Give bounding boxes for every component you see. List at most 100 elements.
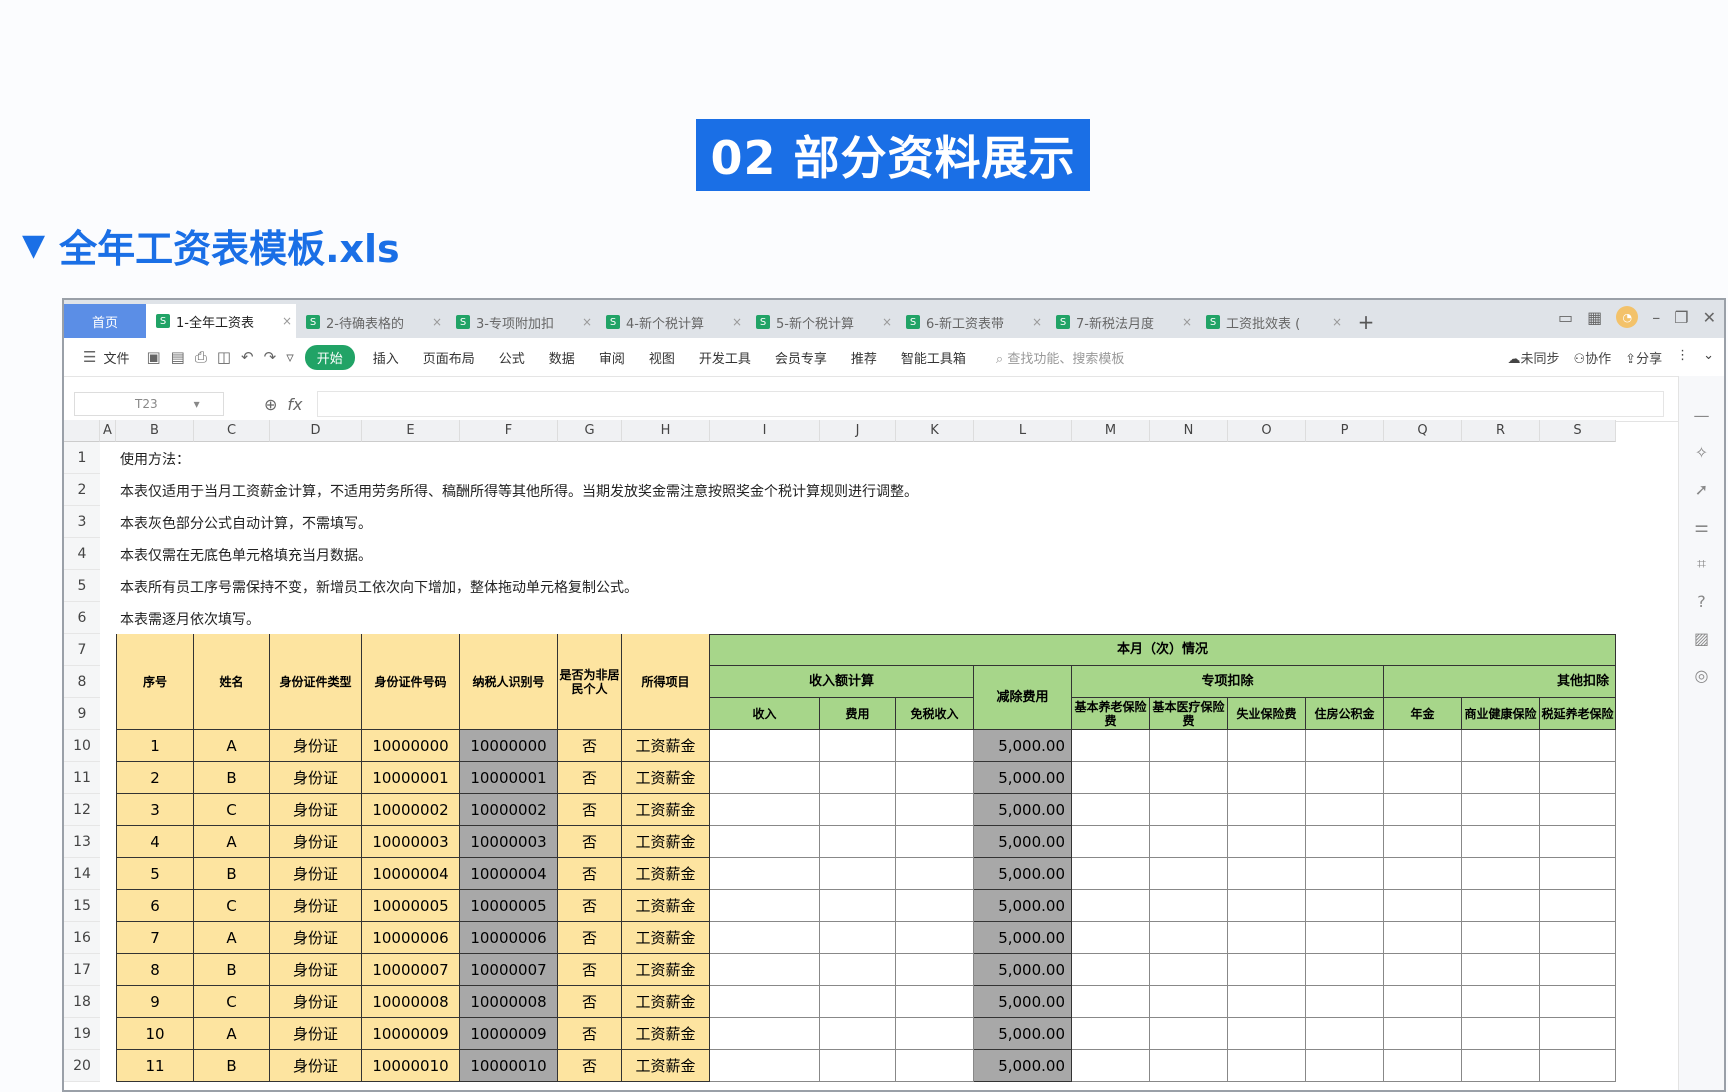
header-cell[interactable]: 费用 xyxy=(820,698,896,730)
fx-icon[interactable]: fx xyxy=(287,395,302,414)
deduction-cell[interactable]: 5,000.00 xyxy=(974,954,1072,986)
name-cell[interactable]: C xyxy=(194,794,270,826)
taxpayer-id-cell[interactable]: 10000001 xyxy=(460,762,558,794)
input-cell[interactable] xyxy=(1150,1050,1228,1082)
chevron-down-icon[interactable]: ▿ xyxy=(281,348,299,366)
input-cell[interactable] xyxy=(896,1018,974,1050)
nonresident-cell[interactable]: 否 xyxy=(558,1018,622,1050)
id-number-cell[interactable]: 10000006 xyxy=(362,922,460,954)
column-header[interactable]: J xyxy=(820,420,896,442)
nonresident-cell[interactable]: 否 xyxy=(558,922,622,954)
seq-cell[interactable]: 1 xyxy=(116,730,194,762)
input-cell[interactable] xyxy=(1072,1018,1150,1050)
header-cell[interactable]: 免税收入 xyxy=(896,698,974,730)
close-icon[interactable]: × xyxy=(282,314,292,328)
input-cell[interactable] xyxy=(820,1050,896,1082)
nonresident-cell[interactable]: 否 xyxy=(558,986,622,1018)
deduction-cell[interactable]: 5,000.00 xyxy=(974,794,1072,826)
header-cell[interactable]: 纳税人识别号 xyxy=(460,634,558,730)
tab-home[interactable]: 首页 xyxy=(64,304,146,338)
input-cell[interactable] xyxy=(1150,858,1228,890)
input-cell[interactable] xyxy=(1072,858,1150,890)
input-cell[interactable] xyxy=(1228,730,1306,762)
input-cell[interactable] xyxy=(1228,1018,1306,1050)
income-item-cell[interactable]: 工资薪金 xyxy=(622,1018,710,1050)
input-cell[interactable] xyxy=(1462,954,1540,986)
seq-cell[interactable]: 11 xyxy=(116,1050,194,1082)
input-cell[interactable] xyxy=(1306,762,1384,794)
location-icon[interactable]: ◎ xyxy=(1695,666,1709,685)
seq-cell[interactable]: 2 xyxy=(116,762,194,794)
input-cell[interactable] xyxy=(1384,826,1462,858)
tab-start[interactable]: 开始 xyxy=(304,344,355,370)
input-cell[interactable] xyxy=(820,922,896,954)
deduction-cell[interactable]: 5,000.00 xyxy=(974,730,1072,762)
column-header[interactable]: M xyxy=(1072,420,1150,442)
input-cell[interactable] xyxy=(1072,762,1150,794)
close-icon[interactable]: × xyxy=(732,315,742,329)
minimize-icon[interactable]: – xyxy=(1652,308,1660,327)
close-window-icon[interactable]: ✕ xyxy=(1703,308,1716,327)
input-cell[interactable] xyxy=(1150,890,1228,922)
name-cell[interactable]: B xyxy=(194,762,270,794)
id-type-cell[interactable]: 身份证 xyxy=(270,762,362,794)
id-type-cell[interactable]: 身份证 xyxy=(270,954,362,986)
input-cell[interactable] xyxy=(1306,826,1384,858)
row-header[interactable]: 14 xyxy=(64,858,100,890)
row-header[interactable]: 18 xyxy=(64,986,100,1018)
row-header[interactable]: 4 xyxy=(64,538,100,570)
row-header[interactable]: 2 xyxy=(64,474,100,506)
taxpayer-id-cell[interactable]: 10000003 xyxy=(460,826,558,858)
header-cell[interactable]: 收入 xyxy=(710,698,820,730)
header-cell[interactable]: 是否为非居民个人 xyxy=(558,634,622,730)
input-cell[interactable] xyxy=(1540,826,1616,858)
input-cell[interactable] xyxy=(820,858,896,890)
input-cell[interactable] xyxy=(1384,730,1462,762)
id-type-cell[interactable]: 身份证 xyxy=(270,986,362,1018)
input-cell[interactable] xyxy=(1228,858,1306,890)
ribbon-tab[interactable]: 推荐 xyxy=(839,348,889,367)
seq-cell[interactable]: 6 xyxy=(116,890,194,922)
name-cell[interactable]: A xyxy=(194,922,270,954)
income-item-cell[interactable]: 工资薪金 xyxy=(622,762,710,794)
input-cell[interactable] xyxy=(1072,986,1150,1018)
row-header[interactable]: 7 xyxy=(64,634,100,666)
input-cell[interactable] xyxy=(1228,986,1306,1018)
input-cell[interactable] xyxy=(1306,794,1384,826)
close-icon[interactable]: × xyxy=(432,315,442,329)
taxpayer-id-cell[interactable]: 10000002 xyxy=(460,794,558,826)
input-cell[interactable] xyxy=(1150,826,1228,858)
column-header[interactable]: B xyxy=(116,420,194,442)
header-cell[interactable]: 身份证件类型 xyxy=(270,634,362,730)
column-header[interactable]: I xyxy=(710,420,820,442)
input-cell[interactable] xyxy=(1384,762,1462,794)
input-cell[interactable] xyxy=(896,1050,974,1082)
income-item-cell[interactable]: 工资薪金 xyxy=(622,826,710,858)
income-item-cell[interactable]: 工资薪金 xyxy=(622,1050,710,1082)
crop-icon[interactable]: ⌗ xyxy=(1697,554,1706,574)
seq-cell[interactable]: 5 xyxy=(116,858,194,890)
input-cell[interactable] xyxy=(710,858,820,890)
header-cell[interactable]: 收入额计算 xyxy=(710,666,974,698)
id-type-cell[interactable]: 身份证 xyxy=(270,890,362,922)
ribbon-tab[interactable]: 审阅 xyxy=(587,348,637,367)
name-cell[interactable]: B xyxy=(194,858,270,890)
row-header[interactable]: 5 xyxy=(64,570,100,602)
deduction-cell[interactable]: 5,000.00 xyxy=(974,826,1072,858)
cursor-icon[interactable]: ➚ xyxy=(1695,480,1708,499)
ribbon-tab[interactable]: 开发工具 xyxy=(687,348,763,367)
close-icon[interactable]: × xyxy=(882,315,892,329)
input-cell[interactable] xyxy=(1462,730,1540,762)
header-cell[interactable]: 所得项目 xyxy=(622,634,710,730)
income-item-cell[interactable]: 工资薪金 xyxy=(622,730,710,762)
settings-icon[interactable]: ⚌ xyxy=(1694,517,1708,536)
input-cell[interactable] xyxy=(710,890,820,922)
input-cell[interactable] xyxy=(1150,954,1228,986)
input-cell[interactable] xyxy=(1150,922,1228,954)
input-cell[interactable] xyxy=(896,730,974,762)
header-cell[interactable]: 商业健康保险 xyxy=(1462,698,1540,730)
sheet-tab[interactable]: S 3-专项附加扣 × xyxy=(446,306,596,338)
nonresident-cell[interactable]: 否 xyxy=(558,730,622,762)
zoom-icon[interactable]: ⊕ xyxy=(264,395,277,414)
id-number-cell[interactable]: 10000003 xyxy=(362,826,460,858)
